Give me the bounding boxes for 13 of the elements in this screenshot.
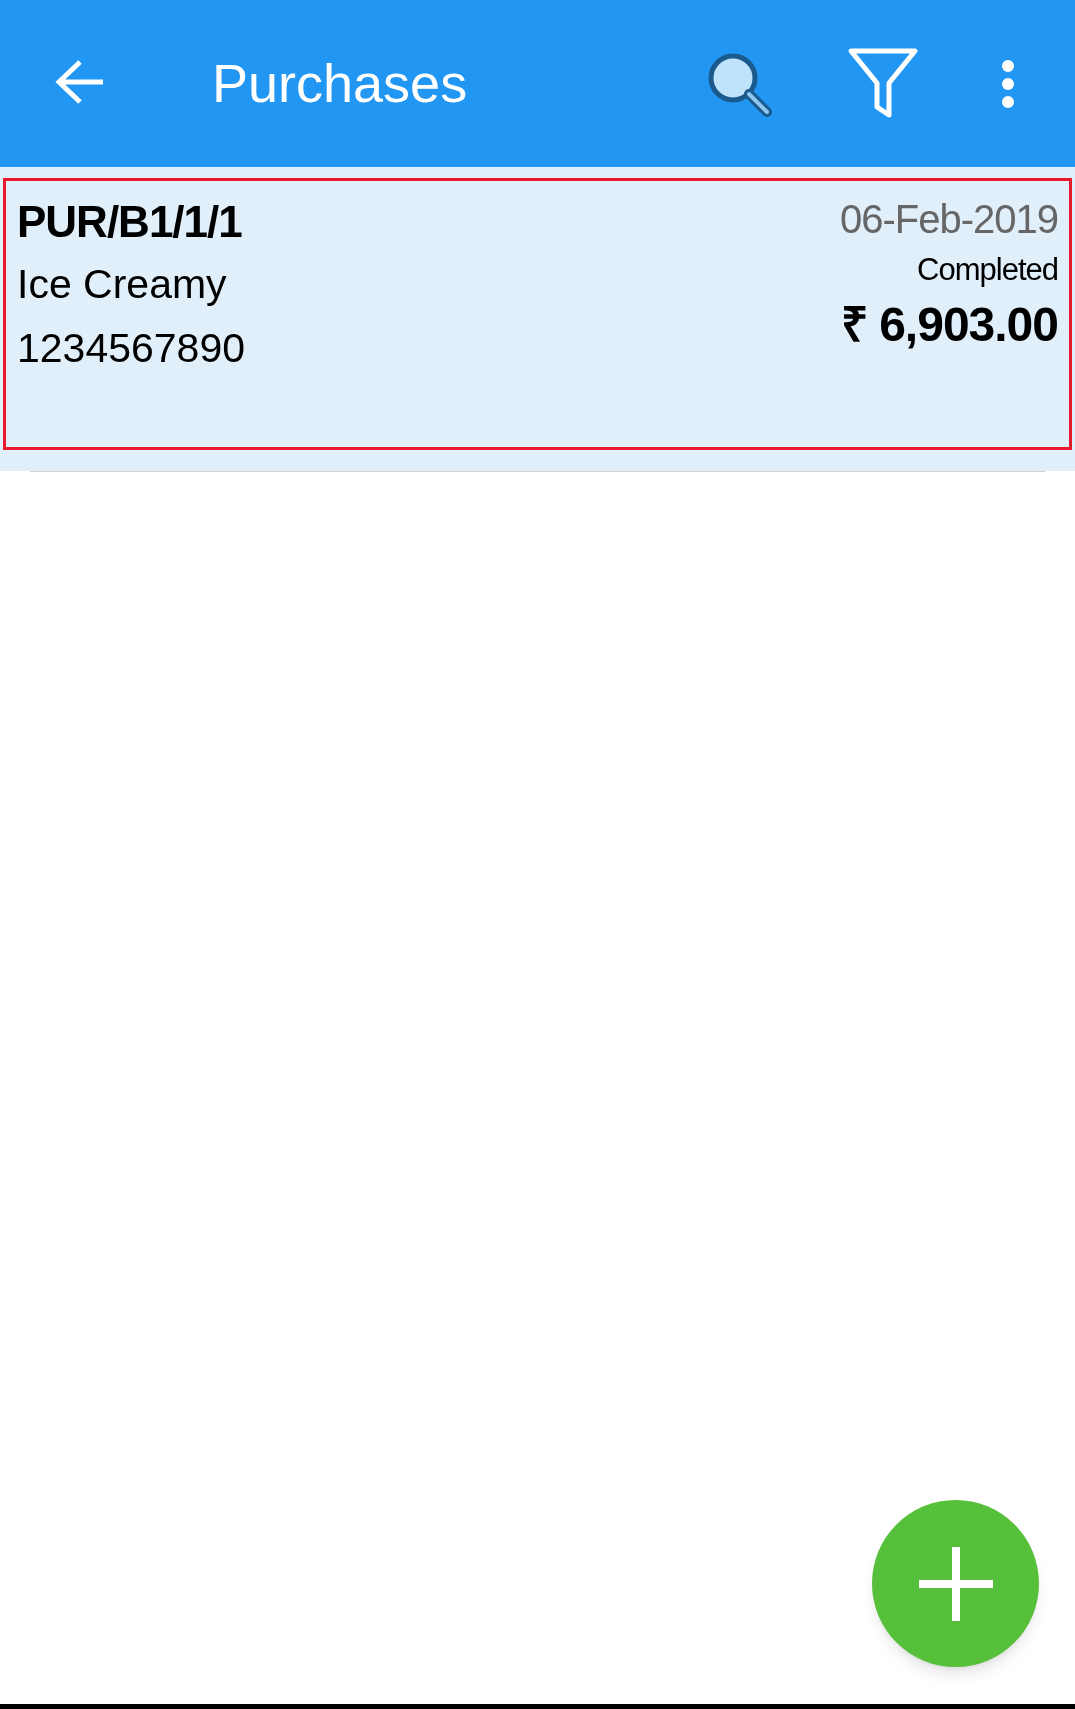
purchase-item[interactable]: PUR/B1/1/1 Ice Creamy 1234567890 06-Feb-2019 Completed ₹ 6,903.00: [3, 178, 1072, 450]
back-arrow-icon: [55, 59, 105, 105]
party-name: Ice Creamy: [17, 260, 227, 309]
amount-text: ₹ 6,903.00: [840, 297, 1058, 353]
purchase-date: 06-Feb-2019: [839, 196, 1058, 243]
plus-icon: [918, 1546, 993, 1621]
status-text: Completed: [917, 251, 1058, 289]
more-icon: [1001, 59, 1015, 109]
phone-number: 1234567890: [17, 324, 246, 373]
purchase-number: PUR/B1/1/1: [17, 196, 242, 248]
screen-title: Purchases: [212, 52, 468, 114]
filter-button[interactable]: [846, 46, 920, 120]
filter-icon: [847, 47, 919, 119]
